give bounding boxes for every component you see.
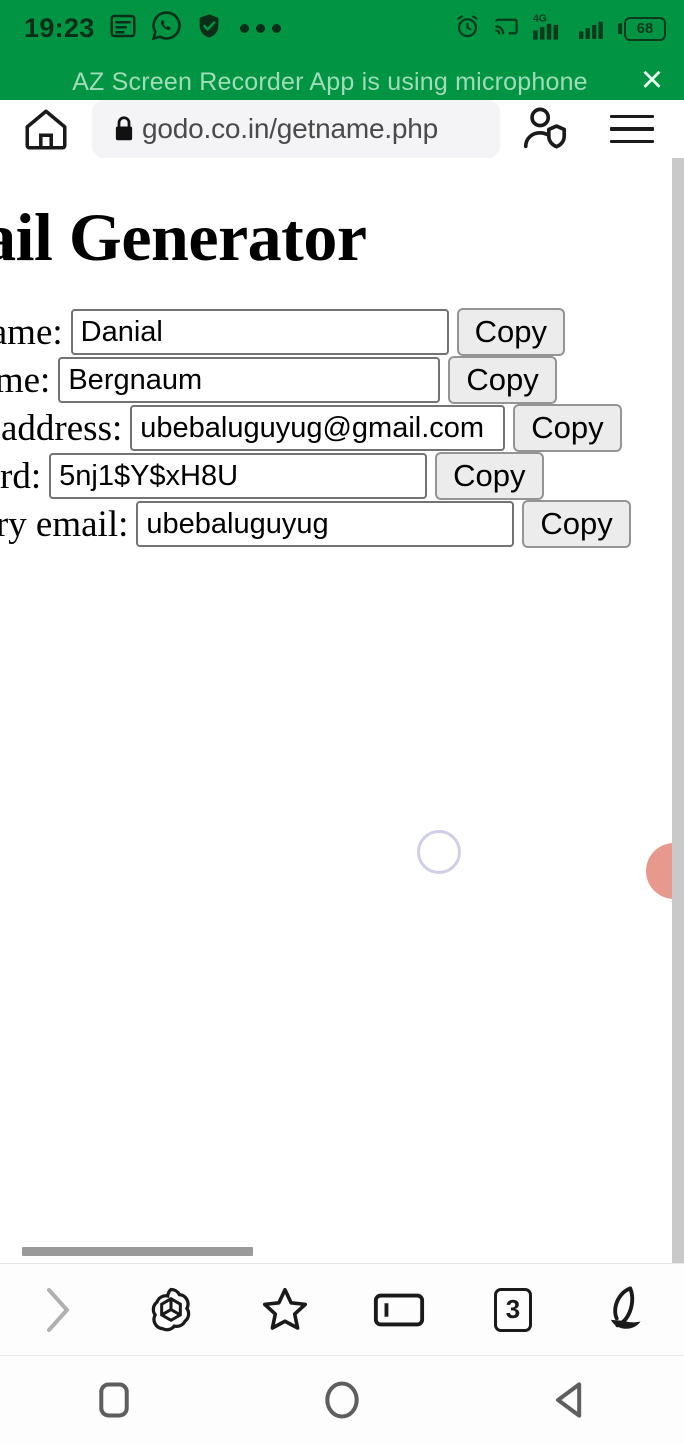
address-bar-icon[interactable] — [349, 1289, 449, 1331]
cast-icon — [492, 13, 521, 45]
svg-text:4G: 4G — [533, 13, 547, 24]
horizontal-scrollbar-thumb[interactable] — [22, 1247, 253, 1256]
microphone-notification-text: AZ Screen Recorder App is using micropho… — [72, 67, 588, 96]
copy-last-name-button[interactable]: Copy — [448, 356, 557, 404]
tab-counter-icon[interactable]: 3 — [463, 1287, 563, 1332]
password-input[interactable] — [49, 453, 428, 499]
alarm-icon — [454, 13, 481, 45]
home-circle-icon[interactable] — [272, 1377, 412, 1423]
copy-password-button[interactable]: Copy — [435, 452, 544, 500]
home-icon[interactable] — [0, 104, 92, 154]
recovery-email-label: covery email: — [0, 503, 129, 545]
lock-icon — [106, 114, 142, 144]
opera-shell-icon[interactable] — [577, 1282, 677, 1338]
recents-square-icon[interactable] — [44, 1378, 184, 1422]
horizontal-scrollbar[interactable] — [0, 1241, 672, 1263]
generator-form: rst name: Copy st name: Copy mail addres… — [0, 308, 684, 548]
forward-arrow-icon[interactable] — [7, 1284, 107, 1336]
status-bar-right: 4G 68 — [454, 11, 666, 46]
password-label: ssword: — [0, 455, 42, 497]
shield-icon — [195, 11, 223, 46]
status-bar-left: 19:23 — [24, 10, 281, 46]
battery-level: 68 — [624, 16, 666, 41]
openai-logo-icon[interactable] — [121, 1282, 221, 1338]
signal-4g-icon: 4G — [532, 11, 566, 46]
status-time: 19:23 — [24, 13, 95, 43]
battery-icon: 68 — [618, 16, 666, 41]
web-page-content: mail Generator rst name: Copy st name: C… — [0, 158, 684, 1263]
form-row-first-name: rst name: Copy — [0, 308, 684, 356]
microphone-notification: AZ Screen Recorder App is using micropho… — [0, 58, 684, 106]
profile-shield-icon[interactable] — [500, 104, 588, 154]
back-triangle-icon[interactable] — [500, 1378, 640, 1422]
copy-email-address-button[interactable]: Copy — [513, 404, 622, 452]
browser-top-bar: godo.co.in/getname.php — [0, 100, 684, 158]
android-nav-bar — [0, 1355, 684, 1444]
last-name-input[interactable] — [58, 357, 441, 403]
page-title: mail Generator — [0, 199, 367, 275]
form-row-last-name: st name: Copy — [0, 356, 684, 404]
recovery-email-input[interactable] — [136, 501, 515, 547]
tab-count-label: 3 — [494, 1287, 532, 1332]
last-name-label: st name: — [0, 359, 51, 401]
vertical-scrollbar[interactable] — [672, 158, 684, 1263]
email-address-label: mail address: — [0, 407, 123, 449]
whatsapp-icon — [151, 10, 182, 46]
signal-icon — [577, 12, 607, 45]
url-text: godo.co.in/getname.php — [142, 113, 439, 144]
loading-spinner — [417, 830, 461, 874]
star-bookmark-icon[interactable] — [235, 1283, 335, 1337]
hamburger-menu-icon[interactable] — [588, 114, 676, 144]
more-dots-icon — [239, 23, 281, 33]
phone-screen: 19:23 4G 68 AZ Screen Recorder App is us… — [0, 0, 684, 1444]
browser-bottom-toolbar: 3 — [0, 1263, 684, 1355]
form-row-recovery-email: covery email: Copy — [0, 500, 684, 548]
subtitles-icon — [108, 11, 138, 46]
copy-first-name-button[interactable]: Copy — [456, 308, 566, 356]
copy-recovery-email-button[interactable]: Copy — [522, 500, 631, 548]
browser-actions — [500, 104, 676, 154]
first-name-input[interactable] — [70, 309, 449, 355]
form-row-email-address: mail address: Copy — [0, 404, 684, 452]
close-icon[interactable]: × — [620, 61, 684, 103]
first-name-label: rst name: — [0, 311, 63, 353]
form-row-password: ssword: Copy — [0, 452, 684, 500]
email-address-input[interactable] — [130, 405, 506, 451]
url-bar[interactable]: godo.co.in/getname.php — [92, 100, 500, 158]
